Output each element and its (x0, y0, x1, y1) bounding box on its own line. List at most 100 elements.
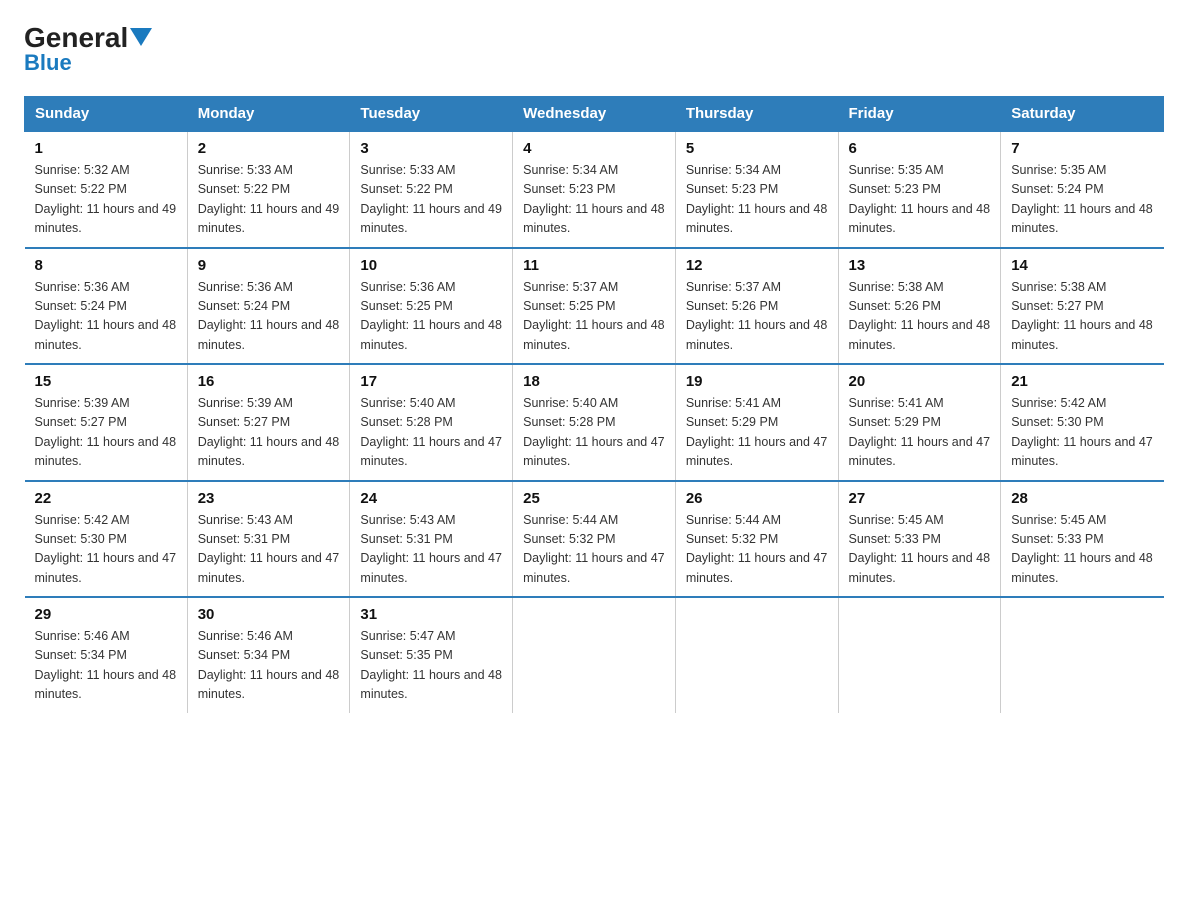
day-cell: 25Sunrise: 5:44 AMSunset: 5:32 PMDayligh… (513, 481, 676, 598)
day-number: 9 (198, 257, 340, 274)
week-row-4: 22 Sunrise: 5:42 AMSunset: 5:30 PMDayligh… (25, 481, 1164, 598)
day-cell: 3Sunrise: 5:33 AMSunset: 5:22 PMDaylight… (350, 131, 513, 248)
day-cell: 10 Sunrise: 5:36 AMSunset: 5:25 PMDayligh… (350, 248, 513, 365)
week-row-3: 15Sunrise: 5:39 AMSunset: 5:27 PMDayligh… (25, 364, 1164, 481)
day-info: Sunrise: 5:38 AMSunset: 5:26 PMDaylight:… (849, 278, 991, 356)
day-number: 23 (198, 490, 340, 507)
day-cell: 28 Sunrise: 5:45 AMSunset: 5:33 PMDayligh… (1001, 481, 1164, 598)
day-number: 22 (35, 490, 177, 507)
day-info: Sunrise: 5:37 AMSunset: 5:25 PMDaylight:… (523, 278, 665, 356)
header-sunday: Sunday (25, 97, 188, 132)
day-number: 12 (686, 257, 828, 274)
day-info: Sunrise: 5:35 AMSunset: 5:23 PMDaylight:… (849, 161, 991, 239)
day-cell: 15Sunrise: 5:39 AMSunset: 5:27 PMDayligh… (25, 364, 188, 481)
header-monday: Monday (187, 97, 350, 132)
calendar-header-row: SundayMondayTuesdayWednesdayThursdayFrid… (25, 97, 1164, 132)
day-cell: 31 Sunrise: 5:47 AMSunset: 5:35 PMDayligh… (350, 597, 513, 713)
day-info: Sunrise: 5:34 AMSunset: 5:23 PMDaylight:… (686, 161, 828, 239)
day-number: 27 (849, 490, 991, 507)
calendar-table: SundayMondayTuesdayWednesdayThursdayFrid… (24, 96, 1164, 713)
day-info: Sunrise: 5:44 AMSunset: 5:32 PMDaylight:… (686, 511, 828, 589)
day-number: 16 (198, 373, 340, 390)
day-info: Sunrise: 5:42 AMSunset: 5:30 PMDaylight:… (1011, 394, 1153, 472)
day-info: Sunrise: 5:33 AMSunset: 5:22 PMDaylight:… (198, 161, 340, 239)
day-number: 14 (1011, 257, 1153, 274)
logo-sub-text: Blue (24, 50, 72, 76)
day-info: Sunrise: 5:41 AMSunset: 5:29 PMDaylight:… (849, 394, 991, 472)
day-number: 20 (849, 373, 991, 390)
day-info: Sunrise: 5:33 AMSunset: 5:22 PMDaylight:… (360, 161, 502, 239)
day-number: 31 (360, 606, 502, 623)
day-number: 13 (849, 257, 991, 274)
day-cell: 29 Sunrise: 5:46 AMSunset: 5:34 PMDayligh… (25, 597, 188, 713)
day-cell: 4Sunrise: 5:34 AMSunset: 5:23 PMDaylight… (513, 131, 676, 248)
logo-arrow-icon (130, 28, 152, 46)
day-info: Sunrise: 5:40 AMSunset: 5:28 PMDaylight:… (523, 394, 665, 472)
day-info: Sunrise: 5:42 AMSunset: 5:30 PMDaylight:… (35, 511, 177, 589)
day-cell: 7 Sunrise: 5:35 AMSunset: 5:24 PMDaylight… (1001, 131, 1164, 248)
day-cell: 27 Sunrise: 5:45 AMSunset: 5:33 PMDayligh… (838, 481, 1001, 598)
day-number: 30 (198, 606, 340, 623)
header-saturday: Saturday (1001, 97, 1164, 132)
day-info: Sunrise: 5:36 AMSunset: 5:24 PMDaylight:… (35, 278, 177, 356)
day-number: 1 (35, 140, 177, 157)
day-cell: 23Sunrise: 5:43 AMSunset: 5:31 PMDayligh… (187, 481, 350, 598)
day-number: 7 (1011, 140, 1153, 157)
day-info: Sunrise: 5:39 AMSunset: 5:27 PMDaylight:… (198, 394, 340, 472)
day-cell (675, 597, 838, 713)
day-number: 24 (360, 490, 502, 507)
day-number: 25 (523, 490, 665, 507)
day-cell (513, 597, 676, 713)
day-info: Sunrise: 5:37 AMSunset: 5:26 PMDaylight:… (686, 278, 828, 356)
day-cell: 8 Sunrise: 5:36 AMSunset: 5:24 PMDaylight… (25, 248, 188, 365)
day-info: Sunrise: 5:40 AMSunset: 5:28 PMDaylight:… (360, 394, 502, 472)
day-info: Sunrise: 5:34 AMSunset: 5:23 PMDaylight:… (523, 161, 665, 239)
day-number: 2 (198, 140, 340, 157)
day-number: 10 (360, 257, 502, 274)
day-number: 17 (360, 373, 502, 390)
day-cell: 26 Sunrise: 5:44 AMSunset: 5:32 PMDayligh… (675, 481, 838, 598)
day-info: Sunrise: 5:45 AMSunset: 5:33 PMDaylight:… (849, 511, 991, 589)
day-number: 29 (35, 606, 177, 623)
day-number: 8 (35, 257, 177, 274)
day-number: 19 (686, 373, 828, 390)
day-number: 11 (523, 257, 665, 274)
header-wednesday: Wednesday (513, 97, 676, 132)
day-cell: 21 Sunrise: 5:42 AMSunset: 5:30 PMDayligh… (1001, 364, 1164, 481)
day-number: 21 (1011, 373, 1153, 390)
day-info: Sunrise: 5:41 AMSunset: 5:29 PMDaylight:… (686, 394, 828, 472)
day-info: Sunrise: 5:43 AMSunset: 5:31 PMDaylight:… (360, 511, 502, 589)
day-info: Sunrise: 5:47 AMSunset: 5:35 PMDaylight:… (360, 627, 502, 705)
day-number: 18 (523, 373, 665, 390)
day-info: Sunrise: 5:45 AMSunset: 5:33 PMDaylight:… (1011, 511, 1153, 589)
day-cell: 17 Sunrise: 5:40 AMSunset: 5:28 PMDayligh… (350, 364, 513, 481)
day-cell (838, 597, 1001, 713)
day-cell (1001, 597, 1164, 713)
header-friday: Friday (838, 97, 1001, 132)
day-number: 26 (686, 490, 828, 507)
day-info: Sunrise: 5:46 AMSunset: 5:34 PMDaylight:… (35, 627, 177, 705)
day-cell: 9 Sunrise: 5:36 AMSunset: 5:24 PMDaylight… (187, 248, 350, 365)
day-info: Sunrise: 5:38 AMSunset: 5:27 PMDaylight:… (1011, 278, 1153, 356)
logo: General Blue (24, 24, 152, 76)
day-cell: 19 Sunrise: 5:41 AMSunset: 5:29 PMDayligh… (675, 364, 838, 481)
day-cell: 6 Sunrise: 5:35 AMSunset: 5:23 PMDaylight… (838, 131, 1001, 248)
day-info: Sunrise: 5:36 AMSunset: 5:24 PMDaylight:… (198, 278, 340, 356)
day-cell: 12 Sunrise: 5:37 AMSunset: 5:26 PMDayligh… (675, 248, 838, 365)
day-cell: 13 Sunrise: 5:38 AMSunset: 5:26 PMDayligh… (838, 248, 1001, 365)
day-number: 6 (849, 140, 991, 157)
day-cell: 16 Sunrise: 5:39 AMSunset: 5:27 PMDayligh… (187, 364, 350, 481)
day-cell: 5Sunrise: 5:34 AMSunset: 5:23 PMDaylight… (675, 131, 838, 248)
day-info: Sunrise: 5:36 AMSunset: 5:25 PMDaylight:… (360, 278, 502, 356)
day-info: Sunrise: 5:39 AMSunset: 5:27 PMDaylight:… (35, 394, 177, 472)
day-info: Sunrise: 5:35 AMSunset: 5:24 PMDaylight:… (1011, 161, 1153, 239)
day-cell: 11 Sunrise: 5:37 AMSunset: 5:25 PMDayligh… (513, 248, 676, 365)
week-row-5: 29 Sunrise: 5:46 AMSunset: 5:34 PMDayligh… (25, 597, 1164, 713)
header-tuesday: Tuesday (350, 97, 513, 132)
day-cell: 14 Sunrise: 5:38 AMSunset: 5:27 PMDayligh… (1001, 248, 1164, 365)
day-number: 28 (1011, 490, 1153, 507)
day-cell: 18 Sunrise: 5:40 AMSunset: 5:28 PMDayligh… (513, 364, 676, 481)
week-row-1: 1 Sunrise: 5:32 AMSunset: 5:22 PMDaylight… (25, 131, 1164, 248)
day-info: Sunrise: 5:32 AMSunset: 5:22 PMDaylight:… (35, 161, 177, 239)
day-cell: 20 Sunrise: 5:41 AMSunset: 5:29 PMDayligh… (838, 364, 1001, 481)
